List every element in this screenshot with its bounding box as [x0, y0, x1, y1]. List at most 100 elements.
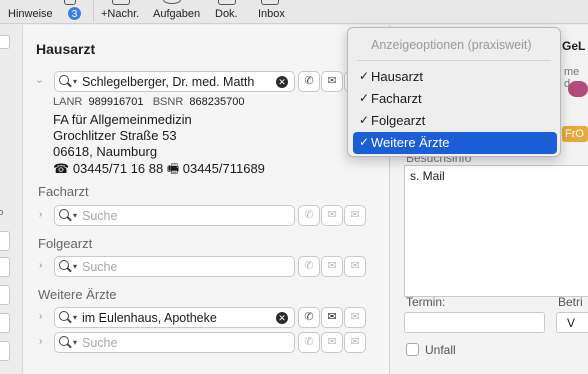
menu-item-label: Folgearzt: [371, 113, 426, 128]
inbox-button[interactable]: Inbox: [258, 8, 285, 20]
search-icon: [59, 260, 69, 270]
weitere-search-field-2[interactable]: ▾ Suche: [54, 332, 295, 353]
besuchsinfo-textarea[interactable]: s. Mail: [404, 165, 588, 297]
mail-button[interactable]: ✉: [321, 307, 343, 328]
phone-icon: ☎: [53, 161, 70, 176]
search-icon: [59, 336, 69, 346]
mail-alt-button[interactable]: ✉: [344, 205, 366, 226]
search-icon: [59, 311, 69, 321]
expand-chevron-icon[interactable]: ›: [39, 209, 42, 220]
document-icon: [218, 0, 236, 5]
phone-fax-row: ☎ 03445/71 16 88 🖷 03445/711689: [53, 160, 265, 182]
lanr-value: 989916701: [88, 96, 144, 108]
facharzt-search-field[interactable]: ▾ Suche: [54, 205, 295, 226]
avatar: [568, 81, 588, 97]
chevron-down-icon[interactable]: ▾: [73, 211, 77, 220]
facharzt-placeholder[interactable]: Suche: [82, 209, 272, 223]
menu-item-label: Hausarzt: [371, 69, 424, 84]
search-icon: [59, 209, 69, 219]
chevron-down-icon[interactable]: ▾: [73, 262, 77, 271]
lanr-bsnr-row: LANR 989916701 BSNR 868235700: [53, 96, 244, 108]
clear-icon[interactable]: ✕: [276, 76, 288, 88]
hausarzt-value[interactable]: Schlegelberger, Dr. med. Matth: [82, 75, 272, 89]
weitere-placeholder[interactable]: Suche: [82, 336, 272, 350]
unfall-label: Unfall: [425, 343, 456, 357]
expand-chevron-icon[interactable]: ›: [39, 336, 42, 347]
left-field[interactable]: [0, 35, 10, 49]
phone-button[interactable]: ✆: [298, 307, 320, 328]
left-field[interactable]: [0, 257, 10, 277]
mail-button[interactable]: ✉: [321, 332, 343, 353]
page-title: Hausarzt: [36, 41, 96, 57]
checkmark-icon: ✓: [359, 135, 370, 149]
inbox-icon: [261, 0, 279, 5]
new-message-button[interactable]: +Nachr.: [101, 8, 139, 20]
message-icon: [112, 0, 130, 5]
mail-alt-button[interactable]: ✉: [344, 332, 366, 353]
folgearzt-placeholder[interactable]: Suche: [82, 260, 272, 274]
lanr-label: LANR: [53, 96, 83, 108]
menu-item-label: Facharzt: [371, 91, 422, 106]
hinweise-icon: [64, 0, 76, 5]
city: 06618, Naumburg: [53, 144, 158, 159]
hinweise-button[interactable]: Hinweise: [8, 8, 53, 20]
specialty: FA für Allgemeinmedizin: [53, 112, 192, 127]
fax-number: 03445/711689: [182, 161, 265, 176]
search-icon: [59, 75, 69, 85]
betr-label: Betri: [558, 295, 583, 309]
unfall-checkbox[interactable]: [406, 343, 419, 356]
checkmark-icon: ✓: [359, 91, 370, 105]
mail-button[interactable]: ✉: [321, 71, 343, 92]
mail-button[interactable]: ✉: [321, 205, 343, 226]
left-field[interactable]: [0, 285, 10, 305]
left-field[interactable]: [0, 231, 10, 251]
menu-divider: [357, 60, 551, 61]
checkmark-icon: ✓: [359, 113, 370, 127]
left-panel: ⊃: [0, 25, 22, 374]
right-title: GeL: [562, 39, 586, 53]
bsnr-label: BSNR: [152, 96, 184, 108]
mail-button[interactable]: ✉: [321, 256, 343, 277]
display-options-menu: Anzeigeoptionen (praxisweit) ✓ Hausarzt …: [347, 27, 561, 157]
expand-chevron-icon[interactable]: ›: [39, 260, 42, 271]
weitere-search-field[interactable]: ▾ im Eulenhaus, Apotheke ✕: [54, 307, 295, 328]
chevron-down-icon[interactable]: ▾: [73, 313, 77, 322]
menu-item-folgearzt[interactable]: ✓ Folgearzt: [353, 110, 557, 132]
expand-chevron-icon[interactable]: ›: [34, 80, 45, 83]
phone-button[interactable]: ✆: [298, 332, 320, 353]
aufgaben-button[interactable]: Aufgaben: [153, 8, 200, 20]
menu-item-weitere[interactable]: ✓ Weitere Ärzte: [353, 132, 557, 154]
phone-button[interactable]: ✆: [298, 205, 320, 226]
termin-label: Termin:: [406, 295, 446, 309]
notification-badge: 3: [67, 6, 82, 21]
folgearzt-search-field[interactable]: ▾ Suche: [54, 256, 295, 277]
phone-button[interactable]: ✆: [298, 71, 320, 92]
termin-field[interactable]: [404, 312, 545, 333]
besuchsinfo-text: s. Mail: [410, 169, 445, 183]
link-icon[interactable]: ⊃: [0, 206, 4, 219]
clear-icon[interactable]: ✕: [276, 312, 288, 324]
folgearzt-label: Folgearzt: [38, 236, 93, 251]
menu-item-label: Weitere Ärzte: [371, 135, 450, 150]
betr-select[interactable]: V: [556, 312, 588, 333]
toolbar: Hinweise 3 +Nachr. Aufgaben Dok. Inbox: [0, 0, 588, 24]
menu-item-hausarzt[interactable]: ✓ Hausarzt: [353, 66, 557, 88]
mail-alt-button[interactable]: ✉: [344, 256, 366, 277]
bsnr-value: 868235700: [189, 96, 245, 108]
fax-icon: 🖷: [166, 161, 180, 176]
phone-button[interactable]: ✆: [298, 256, 320, 277]
left-field[interactable]: [0, 341, 10, 361]
tasks-icon: [163, 0, 181, 4]
checkmark-icon: ✓: [359, 69, 370, 83]
chevron-down-icon[interactable]: ▾: [73, 77, 77, 86]
hausarzt-search-field[interactable]: ▾ Schlegelberger, Dr. med. Matth ✕: [54, 71, 295, 92]
mail-alt-button[interactable]: ✉: [344, 307, 366, 328]
weitere-value[interactable]: im Eulenhaus, Apotheke: [82, 311, 272, 325]
expand-chevron-icon[interactable]: ›: [39, 311, 42, 322]
chevron-down-icon[interactable]: ▾: [73, 338, 77, 347]
left-field[interactable]: [0, 313, 10, 333]
dok-button[interactable]: Dok.: [215, 8, 238, 20]
street: Grochlitzer Straße 53: [53, 128, 177, 143]
menu-item-facharzt[interactable]: ✓ Facharzt: [353, 88, 557, 110]
status-tag: FrO: [562, 126, 588, 142]
